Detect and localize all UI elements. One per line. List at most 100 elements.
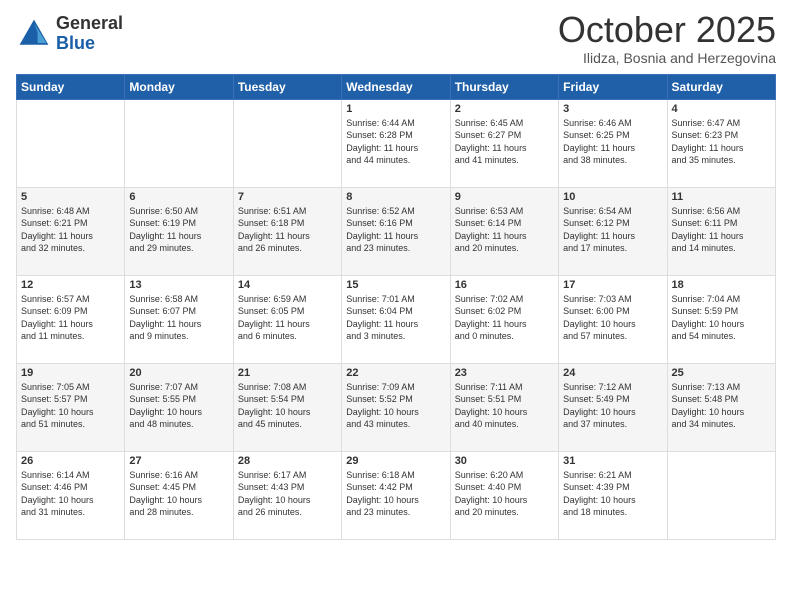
table-row: 15 Sunrise: 7:01 AM Sunset: 6:04 PM Dayli… [342,275,450,363]
calendar-week-5: 26 Sunrise: 6:14 AM Sunset: 4:46 PM Dayli… [17,451,776,539]
day-number: 12 [21,279,120,291]
day-number: 31 [563,455,662,467]
day-number: 14 [238,279,337,291]
day-number: 21 [238,367,337,379]
day-info: Sunrise: 6:57 AM Sunset: 6:09 PM Dayligh… [21,293,120,343]
day-info: Sunrise: 6:50 AM Sunset: 6:19 PM Dayligh… [129,205,228,255]
day-number: 27 [129,455,228,467]
day-number: 11 [672,191,771,203]
table-row: 1 Sunrise: 6:44 AM Sunset: 6:28 PM Daylig… [342,99,450,187]
day-number: 5 [21,191,120,203]
day-number: 2 [455,103,554,115]
calendar-week-1: 1 Sunrise: 6:44 AM Sunset: 6:28 PM Daylig… [17,99,776,187]
table-row: 16 Sunrise: 7:02 AM Sunset: 6:02 PM Dayli… [450,275,558,363]
table-row: 14 Sunrise: 6:59 AM Sunset: 6:05 PM Dayli… [233,275,341,363]
header-monday: Monday [125,74,233,99]
day-number: 8 [346,191,445,203]
table-row [233,99,341,187]
header-wednesday: Wednesday [342,74,450,99]
table-row: 26 Sunrise: 6:14 AM Sunset: 4:46 PM Dayli… [17,451,125,539]
logo-text: General Blue [56,14,123,54]
day-number: 9 [455,191,554,203]
logo-general-text: General [56,14,123,34]
day-info: Sunrise: 7:09 AM Sunset: 5:52 PM Dayligh… [346,381,445,431]
day-info: Sunrise: 6:48 AM Sunset: 6:21 PM Dayligh… [21,205,120,255]
day-number: 16 [455,279,554,291]
table-row: 2 Sunrise: 6:45 AM Sunset: 6:27 PM Daylig… [450,99,558,187]
day-info: Sunrise: 6:52 AM Sunset: 6:16 PM Dayligh… [346,205,445,255]
header-saturday: Saturday [667,74,775,99]
table-row: 13Sunrise: 6:58 AM Sunset: 6:07 PM Dayli… [125,275,233,363]
day-number: 10 [563,191,662,203]
table-row: 23 Sunrise: 7:11 AM Sunset: 5:51 PM Dayli… [450,363,558,451]
day-info: Sunrise: 6:47 AM Sunset: 6:23 PM Dayligh… [672,117,771,167]
day-info: Sunrise: 7:05 AM Sunset: 5:57 PM Dayligh… [21,381,120,431]
table-row [125,99,233,187]
table-row: 27Sunrise: 6:16 AM Sunset: 4:45 PM Dayli… [125,451,233,539]
table-row: 19 Sunrise: 7:05 AM Sunset: 5:57 PM Dayli… [17,363,125,451]
day-info: Sunrise: 6:18 AM Sunset: 4:42 PM Dayligh… [346,469,445,519]
day-number: 17 [563,279,662,291]
day-number: 23 [455,367,554,379]
table-row: 9Sunrise: 6:53 AM Sunset: 6:14 PM Daylig… [450,187,558,275]
day-info: Sunrise: 6:45 AM Sunset: 6:27 PM Dayligh… [455,117,554,167]
day-number: 24 [563,367,662,379]
day-info: Sunrise: 7:01 AM Sunset: 6:04 PM Dayligh… [346,293,445,343]
calendar-header-row: Sunday Monday Tuesday Wednesday Thursday… [17,74,776,99]
day-number: 25 [672,367,771,379]
day-number: 7 [238,191,337,203]
day-info: Sunrise: 7:02 AM Sunset: 6:02 PM Dayligh… [455,293,554,343]
table-row: 8 Sunrise: 6:52 AM Sunset: 6:16 PM Daylig… [342,187,450,275]
day-info: Sunrise: 6:14 AM Sunset: 4:46 PM Dayligh… [21,469,120,519]
header-tuesday: Tuesday [233,74,341,99]
logo: General Blue [16,14,123,54]
table-row: 28 Sunrise: 6:17 AM Sunset: 4:43 PM Dayli… [233,451,341,539]
day-info: Sunrise: 6:44 AM Sunset: 6:28 PM Dayligh… [346,117,445,167]
table-row: 5 Sunrise: 6:48 AM Sunset: 6:21 PM Daylig… [17,187,125,275]
table-row: 4Sunrise: 6:47 AM Sunset: 6:23 PM Daylig… [667,99,775,187]
day-info: Sunrise: 6:58 AM Sunset: 6:07 PM Dayligh… [129,293,228,343]
page: General Blue October 2025 Ilidza, Bosnia… [0,0,792,612]
calendar-table: Sunday Monday Tuesday Wednesday Thursday… [16,74,776,540]
table-row: 7 Sunrise: 6:51 AM Sunset: 6:18 PM Daylig… [233,187,341,275]
table-row: 21 Sunrise: 7:08 AM Sunset: 5:54 PM Dayli… [233,363,341,451]
table-row: 24 Sunrise: 7:12 AM Sunset: 5:49 PM Dayli… [559,363,667,451]
day-info: Sunrise: 6:21 AM Sunset: 4:39 PM Dayligh… [563,469,662,519]
day-number: 3 [563,103,662,115]
day-number: 15 [346,279,445,291]
day-info: Sunrise: 6:17 AM Sunset: 4:43 PM Dayligh… [238,469,337,519]
table-row: 6Sunrise: 6:50 AM Sunset: 6:19 PM Daylig… [125,187,233,275]
day-info: Sunrise: 6:56 AM Sunset: 6:11 PM Dayligh… [672,205,771,255]
table-row [667,451,775,539]
table-row: 22Sunrise: 7:09 AM Sunset: 5:52 PM Dayli… [342,363,450,451]
day-info: Sunrise: 7:07 AM Sunset: 5:55 PM Dayligh… [129,381,228,431]
day-info: Sunrise: 6:51 AM Sunset: 6:18 PM Dayligh… [238,205,337,255]
logo-blue-text: Blue [56,34,123,54]
day-info: Sunrise: 7:13 AM Sunset: 5:48 PM Dayligh… [672,381,771,431]
header-thursday: Thursday [450,74,558,99]
header-friday: Friday [559,74,667,99]
day-info: Sunrise: 7:12 AM Sunset: 5:49 PM Dayligh… [563,381,662,431]
table-row: 3Sunrise: 6:46 AM Sunset: 6:25 PM Daylig… [559,99,667,187]
table-row: 18Sunrise: 7:04 AM Sunset: 5:59 PM Dayli… [667,275,775,363]
table-row: 10 Sunrise: 6:54 AM Sunset: 6:12 PM Dayli… [559,187,667,275]
day-number: 28 [238,455,337,467]
day-info: Sunrise: 6:20 AM Sunset: 4:40 PM Dayligh… [455,469,554,519]
day-number: 1 [346,103,445,115]
month-title: October 2025 [558,10,776,50]
day-info: Sunrise: 7:04 AM Sunset: 5:59 PM Dayligh… [672,293,771,343]
day-number: 26 [21,455,120,467]
day-number: 19 [21,367,120,379]
day-info: Sunrise: 6:54 AM Sunset: 6:12 PM Dayligh… [563,205,662,255]
day-info: Sunrise: 6:59 AM Sunset: 6:05 PM Dayligh… [238,293,337,343]
table-row [17,99,125,187]
header: General Blue October 2025 Ilidza, Bosnia… [16,10,776,66]
day-info: Sunrise: 7:03 AM Sunset: 6:00 PM Dayligh… [563,293,662,343]
table-row: 11 Sunrise: 6:56 AM Sunset: 6:11 PM Dayli… [667,187,775,275]
header-sunday: Sunday [17,74,125,99]
day-info: Sunrise: 7:08 AM Sunset: 5:54 PM Dayligh… [238,381,337,431]
table-row: 12 Sunrise: 6:57 AM Sunset: 6:09 PM Dayli… [17,275,125,363]
day-info: Sunrise: 7:11 AM Sunset: 5:51 PM Dayligh… [455,381,554,431]
calendar-week-3: 12 Sunrise: 6:57 AM Sunset: 6:09 PM Dayli… [17,275,776,363]
table-row: 31 Sunrise: 6:21 AM Sunset: 4:39 PM Dayli… [559,451,667,539]
